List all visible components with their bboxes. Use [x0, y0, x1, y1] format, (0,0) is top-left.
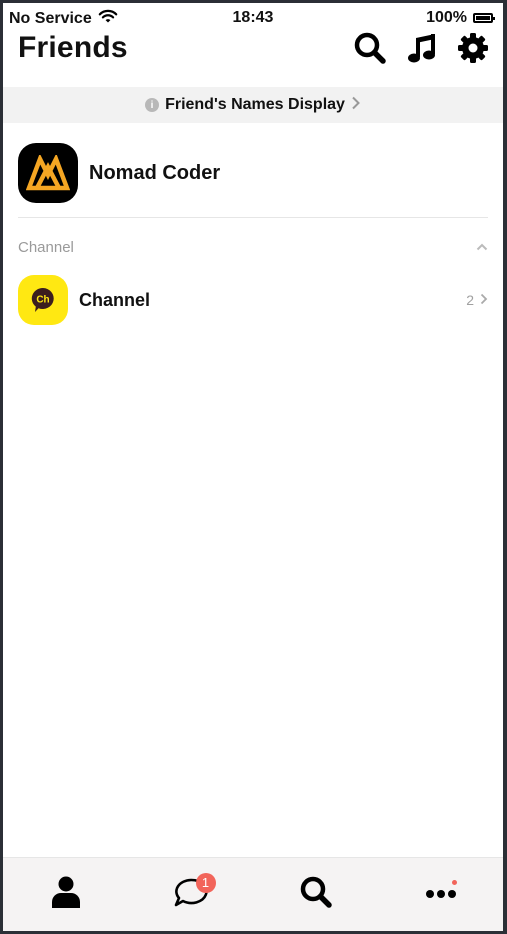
channel-avatar: Ch [18, 275, 68, 325]
music-note-icon[interactable] [405, 31, 439, 65]
chevron-right-icon [480, 292, 488, 308]
channel-count: 2 [466, 292, 488, 308]
channel-section-header[interactable]: Channel [18, 237, 488, 257]
battery-icon [473, 13, 495, 23]
my-profile-row[interactable]: Nomad Coder [18, 142, 488, 204]
header: Friends [3, 29, 503, 85]
tab-friends[interactable] [36, 870, 96, 920]
more-dots-icon [425, 886, 457, 904]
tab-search[interactable] [286, 870, 346, 920]
section-title: Channel [18, 238, 74, 256]
names-display-banner[interactable]: i Friend's Names Display [3, 87, 503, 123]
channel-row[interactable]: Ch Channel 2 [18, 275, 488, 325]
search-icon [299, 875, 333, 914]
info-icon: i [145, 98, 160, 112]
search-icon[interactable] [353, 31, 387, 65]
channel-name: Channel [79, 289, 151, 310]
status-bar: No Service 18:43 100% [3, 3, 503, 31]
divider [18, 217, 488, 218]
battery-label: 100% [426, 9, 467, 26]
tab-chats[interactable]: 1 [161, 870, 221, 920]
header-actions [353, 31, 489, 65]
chevron-up-icon[interactable] [476, 238, 488, 256]
channel-chat-icon: Ch [31, 287, 54, 312]
person-icon [50, 875, 82, 914]
channel-count-value: 2 [466, 292, 474, 308]
page-title: Friends [18, 31, 128, 64]
app-screen: No Service 18:43 100% Friends i Friend's… [3, 3, 503, 931]
banner-label: Friend's Names Display [165, 96, 345, 113]
channel-avatar-text: Ch [36, 295, 49, 306]
new-dot-badge [451, 879, 457, 885]
gear-icon[interactable] [457, 32, 489, 64]
chevron-right-icon [351, 96, 361, 115]
profile-name: Nomad Coder [89, 161, 221, 184]
status-right: 100% [426, 9, 495, 27]
nomad-coder-logo [18, 143, 78, 203]
tab-bar: 1 [3, 857, 503, 931]
unread-badge: 1 [195, 872, 216, 893]
tab-more[interactable] [411, 870, 471, 920]
